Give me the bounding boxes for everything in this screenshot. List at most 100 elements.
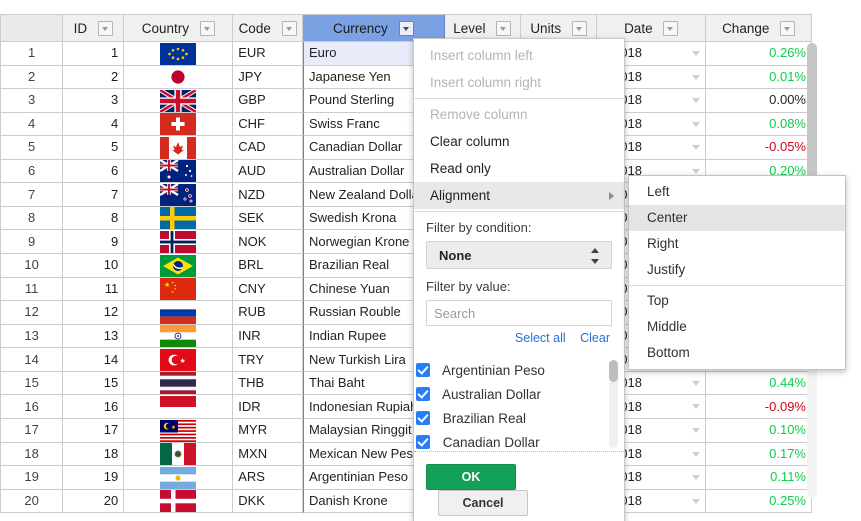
- table-row[interactable]: 33GBPPound Sterling9/20180.00%: [0, 89, 812, 113]
- row-header[interactable]: 12: [0, 301, 64, 325]
- cell-code[interactable]: JPY: [233, 65, 303, 90]
- table-row[interactable]: 1818MXNMexican New Peso9/20180.17%: [0, 442, 812, 467]
- submenu-item-right[interactable]: Right: [629, 231, 845, 257]
- column-header-id[interactable]: ID: [63, 14, 125, 42]
- cell-change[interactable]: 0.01%: [706, 65, 812, 90]
- cell-country-flag[interactable]: ★ ★ ★ ★ ★: [124, 277, 234, 302]
- cell-country-flag[interactable]: [124, 230, 234, 254]
- cell-code[interactable]: GBP: [233, 89, 303, 113]
- menu-item-clear-column[interactable]: Clear column: [414, 128, 624, 155]
- cell-id[interactable]: 16: [63, 395, 125, 419]
- cell-country-flag[interactable]: [124, 206, 234, 231]
- row-header[interactable]: 16: [0, 395, 64, 419]
- cell-code[interactable]: DKK: [233, 489, 303, 514]
- cell-country-flag[interactable]: [124, 65, 234, 90]
- cell-id[interactable]: 7: [63, 183, 125, 207]
- table-row[interactable]: 1919ARSArgentinian Peso9/20180.11%: [0, 466, 812, 490]
- cell-id[interactable]: 5: [63, 136, 125, 160]
- submenu-item-justify[interactable]: Justify: [629, 257, 845, 283]
- cell-code[interactable]: MXN: [233, 442, 303, 467]
- cell-code[interactable]: CHF: [233, 112, 303, 137]
- cell-id[interactable]: 15: [63, 371, 125, 396]
- cell-id[interactable]: 12: [63, 301, 125, 325]
- cancel-button[interactable]: Cancel: [438, 490, 528, 516]
- cell-id[interactable]: 1: [63, 41, 125, 66]
- column-header-country[interactable]: Country: [124, 14, 234, 42]
- menu-item-insert-column-right[interactable]: Insert column right: [414, 69, 624, 96]
- row-header[interactable]: 6: [0, 159, 64, 184]
- table-row[interactable]: 1717★MYRMalaysian Ringgit9/20180.10%: [0, 418, 812, 443]
- filter-icon-code[interactable]: [281, 20, 297, 36]
- filter-icon-date[interactable]: [663, 20, 679, 36]
- checkbox-list-scrollbar[interactable]: [609, 360, 618, 448]
- cell-country-flag[interactable]: [124, 371, 234, 396]
- row-header[interactable]: 3: [0, 89, 64, 113]
- list-item[interactable]: Canadian Dollar: [416, 431, 624, 451]
- filter-icon-country[interactable]: [199, 20, 215, 36]
- row-header[interactable]: 19: [0, 466, 64, 490]
- filter-condition-select[interactable]: None: [426, 241, 612, 269]
- cell-country-flag[interactable]: [124, 489, 234, 514]
- filter-value-checkbox-list[interactable]: Argentinian Peso Australian Dollar Brazi…: [414, 355, 624, 451]
- list-item[interactable]: Argentinian Peso: [416, 359, 624, 383]
- checkbox-checked-icon[interactable]: [416, 411, 430, 426]
- cell-id[interactable]: 20: [63, 489, 125, 514]
- cell-code[interactable]: NOK: [233, 230, 303, 254]
- row-header[interactable]: 7: [0, 183, 64, 207]
- row-header[interactable]: 2: [0, 65, 64, 90]
- cell-code[interactable]: IDR: [233, 395, 303, 419]
- table-row[interactable]: 1616IDRIndonesian Rupiah9/2018-0.09%: [0, 395, 812, 419]
- row-header[interactable]: 14: [0, 348, 64, 372]
- cell-id[interactable]: 2: [63, 65, 125, 90]
- cell-country-flag[interactable]: [124, 112, 234, 137]
- cell-code[interactable]: NZD: [233, 183, 303, 207]
- cell-id[interactable]: 14: [63, 348, 125, 372]
- submenu-item-left[interactable]: Left: [629, 179, 845, 205]
- cell-code[interactable]: THB: [233, 371, 303, 396]
- cell-code[interactable]: ARS: [233, 466, 303, 490]
- menu-item-remove-column[interactable]: Remove column: [414, 101, 624, 128]
- cell-code[interactable]: EUR: [233, 41, 303, 66]
- checkbox-checked-icon[interactable]: [416, 387, 430, 402]
- submenu-item-top[interactable]: Top: [629, 288, 845, 314]
- menu-item-insert-column-left[interactable]: Insert column left: [414, 42, 624, 69]
- cell-code[interactable]: AUD: [233, 159, 303, 184]
- checkbox-list-scrollbar-thumb[interactable]: [609, 360, 618, 382]
- table-row[interactable]: 2020DKKDanish Krone9/20180.25%: [0, 489, 812, 514]
- row-header[interactable]: 15: [0, 371, 64, 396]
- table-row[interactable]: 55CADCanadian Dollar9/2018-0.05%: [0, 136, 812, 160]
- cell-id[interactable]: 18: [63, 442, 125, 467]
- cell-change[interactable]: 0.26%: [706, 41, 812, 66]
- alignment-submenu[interactable]: Left Center Right Justify Top Middle Bot…: [628, 175, 846, 370]
- submenu-item-bottom[interactable]: Bottom: [629, 340, 845, 366]
- row-header[interactable]: 13: [0, 324, 64, 349]
- cell-change[interactable]: 0.11%: [706, 466, 812, 490]
- cell-id[interactable]: 13: [63, 324, 125, 349]
- clear-link[interactable]: Clear: [580, 331, 610, 345]
- ok-button[interactable]: OK: [426, 464, 516, 490]
- cell-id[interactable]: 17: [63, 418, 125, 443]
- column-header-code[interactable]: Code: [233, 14, 303, 42]
- cell-change[interactable]: 0.25%: [706, 489, 812, 514]
- cell-change[interactable]: 0.44%: [706, 371, 812, 396]
- cell-id[interactable]: 3: [63, 89, 125, 113]
- cell-country-flag[interactable]: [124, 254, 234, 278]
- cell-code[interactable]: SEK: [233, 206, 303, 231]
- cell-id[interactable]: 19: [63, 466, 125, 490]
- row-header[interactable]: 11: [0, 277, 64, 302]
- filter-icon-change[interactable]: [780, 20, 796, 36]
- table-row[interactable]: 11EUREuro9/20180.26%: [0, 41, 812, 66]
- cell-change[interactable]: 0.17%: [706, 442, 812, 467]
- row-header[interactable]: 5: [0, 136, 64, 160]
- submenu-item-center[interactable]: Center: [629, 205, 845, 231]
- cell-id[interactable]: 4: [63, 112, 125, 137]
- row-header[interactable]: 8: [0, 206, 64, 231]
- cell-country-flag[interactable]: [124, 89, 234, 113]
- cell-change[interactable]: 0.10%: [706, 418, 812, 443]
- menu-item-alignment[interactable]: Alignment: [414, 182, 624, 209]
- cell-code[interactable]: MYR: [233, 418, 303, 443]
- table-row[interactable]: 1515THBThai Baht9/20180.44%: [0, 371, 812, 396]
- filter-icon-units[interactable]: [571, 20, 587, 36]
- row-header[interactable]: 1: [0, 41, 64, 66]
- cell-country-flag[interactable]: [124, 159, 234, 184]
